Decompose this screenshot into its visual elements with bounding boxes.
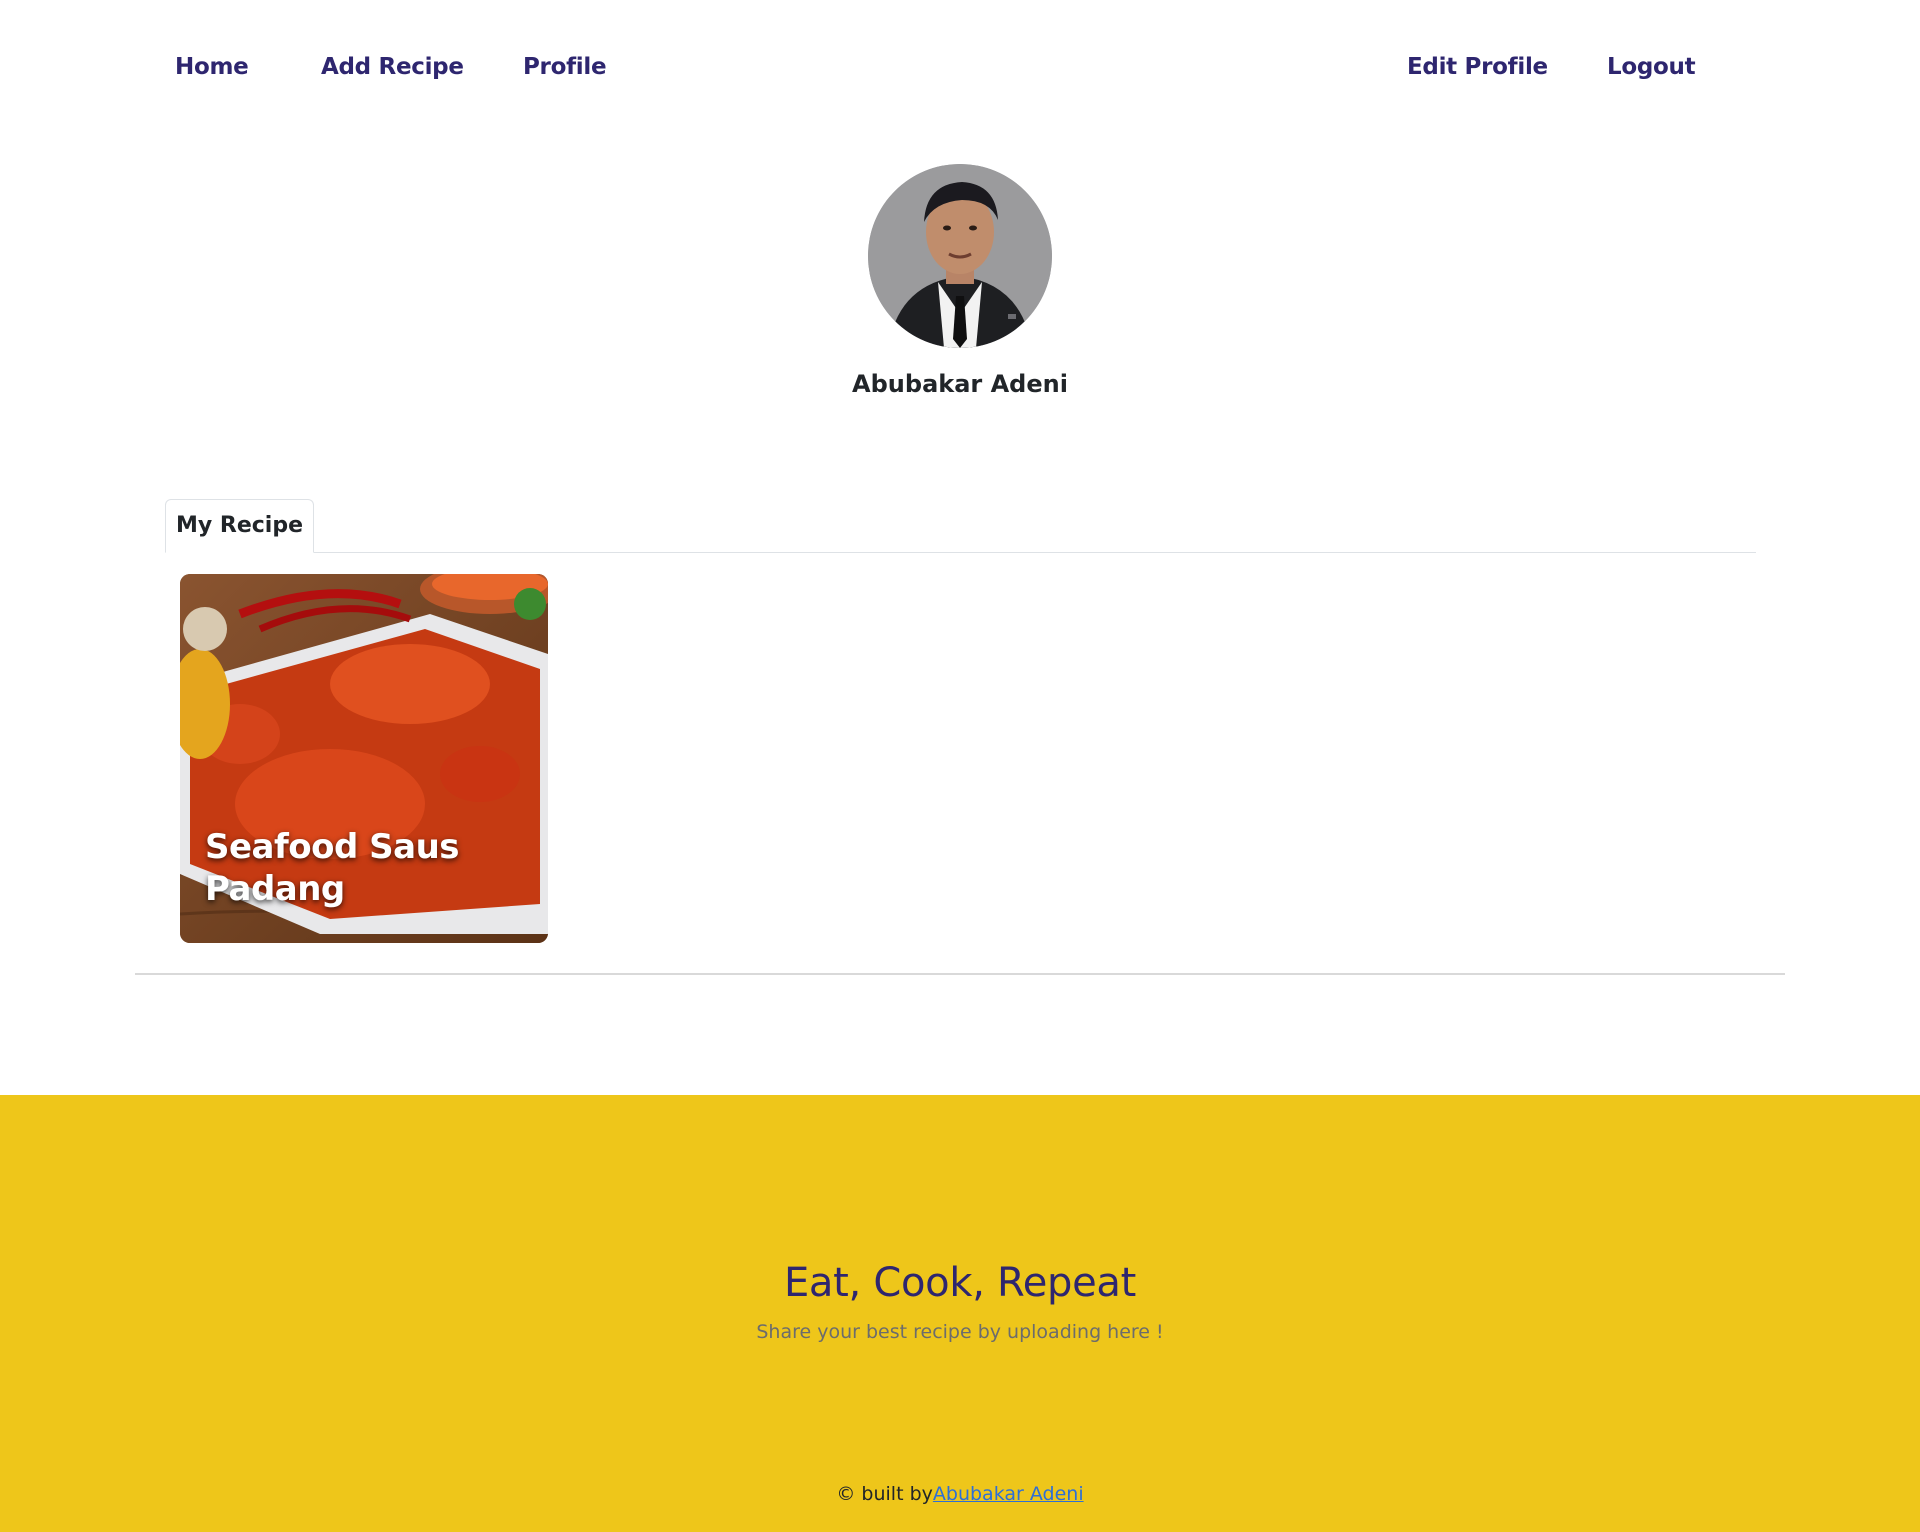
avatar-portrait-photo: [868, 164, 1052, 348]
recipe-card[interactable]: Seafood Saus Padang: [180, 574, 548, 943]
section-divider: [135, 973, 1785, 975]
credit-author-link[interactable]: Abubakar Adeni: [933, 1483, 1084, 1505]
tabs-divider: [165, 552, 1756, 553]
nav-home-link[interactable]: Home: [175, 50, 249, 84]
footer-subtitle: Share your best recipe by uploading here…: [756, 1321, 1164, 1343]
nav-logout-link[interactable]: Logout: [1607, 50, 1696, 84]
avatar: [868, 164, 1052, 348]
footer: Eat, Cook, Repeat Share your best recipe…: [0, 1095, 1920, 1532]
nav-edit-profile-link[interactable]: Edit Profile: [1407, 50, 1548, 84]
top-navbar: Home Add Recipe Profile Edit Profile Log…: [0, 0, 1920, 134]
recipe-card-title: Seafood Saus Padang: [205, 827, 460, 909]
footer-title: Eat, Cook, Repeat: [783, 1260, 1137, 1306]
credit-prefix: © built by: [836, 1483, 933, 1505]
footer-credit: © built byAbubakar Adeni: [0, 1483, 1920, 1505]
nav-add-recipe-link[interactable]: Add Recipe: [321, 50, 464, 84]
profile-name: Abubakar Adeni: [852, 370, 1068, 398]
tab-my-recipe[interactable]: My Recipe: [165, 499, 314, 553]
nav-profile-link[interactable]: Profile: [523, 50, 607, 84]
